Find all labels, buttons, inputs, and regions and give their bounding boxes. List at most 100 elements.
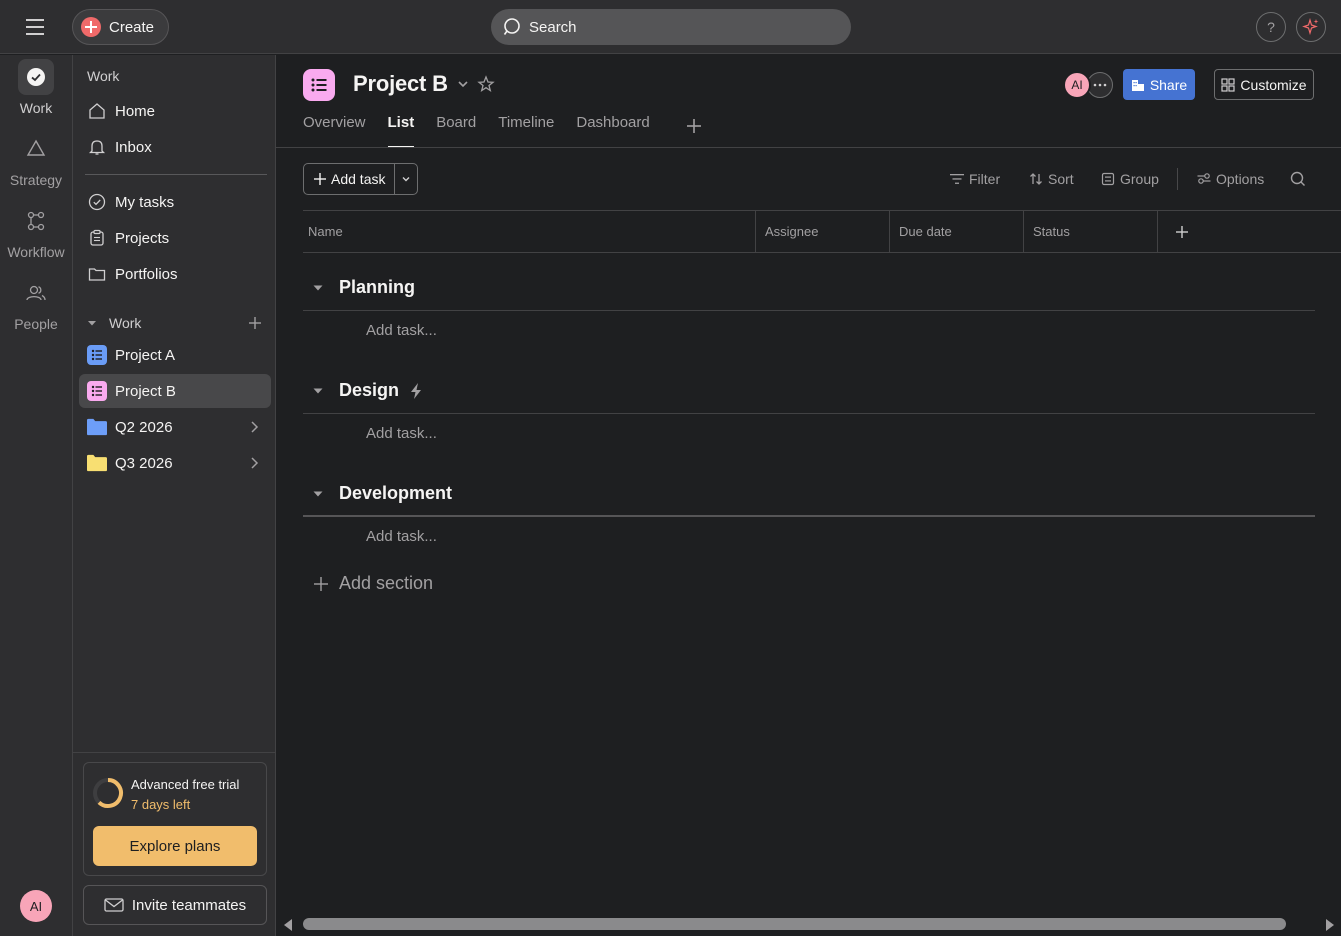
tab-overview[interactable]: Overview <box>303 114 366 148</box>
add-task-label: Add task <box>331 171 386 187</box>
sidebar-item-label: Project B <box>115 382 176 400</box>
grid-icon <box>1221 77 1236 92</box>
group-button[interactable]: Group <box>1101 171 1159 187</box>
check-circle-icon <box>87 192 107 212</box>
help-button[interactable]: ? <box>1256 12 1286 42</box>
sidebar-item-label: Projects <box>115 229 170 247</box>
sidebar-divider <box>85 174 267 175</box>
add-task-button[interactable]: Add task <box>304 164 396 194</box>
table-header: Name Assignee Due date Status <box>303 210 1341 253</box>
add-task-row[interactable]: Add task... <box>366 425 437 442</box>
hamburger-menu-icon[interactable] <box>24 16 48 38</box>
options-button[interactable]: Options <box>1197 171 1264 187</box>
column-header-name[interactable]: Name <box>303 211 756 252</box>
search-input[interactable]: Search <box>491 9 851 45</box>
ai-sparkle-button[interactable] <box>1296 12 1326 42</box>
section-title[interactable]: Planning <box>339 277 415 298</box>
star-icon[interactable] <box>477 75 495 93</box>
rail-item-people[interactable]: People <box>0 275 72 332</box>
sidebar-section-work[interactable]: Work <box>85 313 265 333</box>
scrollbar-thumb[interactable] <box>303 918 1286 930</box>
project-tabs: Overview List Board Timeline Dashboard <box>303 114 650 148</box>
rail-item-work[interactable]: Work <box>0 59 72 116</box>
sidebar-item-label: My tasks <box>115 193 175 211</box>
column-header-assignee[interactable]: Assignee <box>756 211 890 252</box>
add-task-dropdown[interactable] <box>395 164 417 194</box>
sort-icon <box>1030 173 1042 185</box>
share-label: Share <box>1149 76 1188 93</box>
share-button[interactable]: Share <box>1123 69 1195 100</box>
chevron-down-icon[interactable] <box>311 487 325 501</box>
sidebar-item-q2-2026[interactable]: Q2 2026 <box>79 410 271 444</box>
building-icon <box>1131 78 1145 92</box>
sort-button[interactable]: Sort <box>1029 171 1074 187</box>
tab-dashboard[interactable]: Dashboard <box>576 114 649 148</box>
scroll-right-arrow-icon[interactable] <box>1324 918 1336 932</box>
ellipsis-icon <box>1093 83 1107 87</box>
project-list-icon[interactable] <box>303 69 335 101</box>
sidebar-item-label: Inbox <box>115 138 152 156</box>
chevron-down-icon[interactable] <box>311 281 325 295</box>
column-header-due-date[interactable]: Due date <box>890 211 1024 252</box>
home-icon <box>87 101 107 121</box>
chevron-right-icon[interactable] <box>247 419 261 435</box>
scroll-left-arrow-icon[interactable] <box>282 918 294 932</box>
add-task-row[interactable]: Add task... <box>366 322 437 339</box>
invite-label: Invite teammates <box>131 896 247 914</box>
tab-list[interactable]: List <box>387 114 414 148</box>
group-icon <box>1101 172 1115 186</box>
toolbar-separator <box>1177 168 1178 190</box>
chevron-right-icon[interactable] <box>247 455 261 471</box>
sidebar-item-home[interactable]: Home <box>79 94 271 128</box>
customize-label: Customize <box>1240 76 1307 93</box>
sidebar-item-my-tasks[interactable]: My tasks <box>79 185 271 219</box>
sidebar-item-label: Q3 2026 <box>115 454 173 472</box>
add-project-icon[interactable] <box>245 313 265 333</box>
progress-ring-icon <box>92 777 124 809</box>
sidebar-item-project-b[interactable]: Project B <box>79 374 271 408</box>
sidebar-heading: Work <box>87 68 120 84</box>
workflow-icon <box>18 203 54 239</box>
column-header-status[interactable]: Status <box>1024 211 1158 252</box>
avatar[interactable]: AI <box>20 890 52 922</box>
lightning-icon[interactable] <box>408 382 424 400</box>
tab-board[interactable]: Board <box>436 114 476 148</box>
trial-days-left: 7 days left <box>131 797 191 812</box>
sidebar-item-projects[interactable]: Projects <box>79 221 271 255</box>
sidebar-item-q3-2026[interactable]: Q3 2026 <box>79 446 271 480</box>
explore-plans-button[interactable]: Explore plans <box>93 826 257 866</box>
rail-item-strategy[interactable]: Strategy <box>0 131 72 188</box>
create-button[interactable]: Create <box>72 9 170 45</box>
avatar[interactable]: AI <box>1063 71 1091 99</box>
search-icon <box>503 17 523 37</box>
section-title[interactable]: Design <box>339 380 399 401</box>
customize-button[interactable]: Customize <box>1214 69 1314 100</box>
section-title[interactable]: Development <box>339 483 452 504</box>
section-design: Design <box>303 370 1315 414</box>
add-column-icon[interactable] <box>1173 223 1191 241</box>
invite-teammates-button[interactable]: Invite teammates <box>83 885 267 925</box>
tab-timeline[interactable]: Timeline <box>498 114 554 148</box>
clipboard-icon <box>87 228 107 248</box>
chevron-down-icon[interactable] <box>456 77 470 91</box>
trial-card: Advanced free trial 7 days left Explore … <box>83 762 267 876</box>
group-label: Group <box>1120 171 1159 187</box>
page-title: Project B <box>353 71 448 96</box>
chevron-down-icon[interactable] <box>311 384 325 398</box>
add-tab-icon[interactable] <box>684 116 704 136</box>
sidebar-item-portfolios[interactable]: Portfolios <box>79 257 271 291</box>
add-section-label: Add section <box>339 573 434 593</box>
top-bar: Create Search ? <box>0 0 1341 54</box>
filter-button[interactable]: Filter <box>950 171 1000 187</box>
search-icon[interactable] <box>1290 171 1306 187</box>
sidebar-item-label: Q2 2026 <box>115 418 173 436</box>
chevron-down-icon <box>402 177 410 182</box>
add-task-row[interactable]: Add task... <box>366 528 437 545</box>
add-section-button[interactable]: Add section <box>313 573 433 594</box>
rail-item-workflow[interactable]: Workflow <box>0 203 72 260</box>
sort-label: Sort <box>1048 171 1074 187</box>
horizontal-scrollbar[interactable] <box>276 913 1341 936</box>
chevron-down-icon <box>85 316 99 330</box>
sidebar-item-project-a[interactable]: Project A <box>79 338 271 372</box>
sidebar-item-inbox[interactable]: Inbox <box>79 130 271 164</box>
